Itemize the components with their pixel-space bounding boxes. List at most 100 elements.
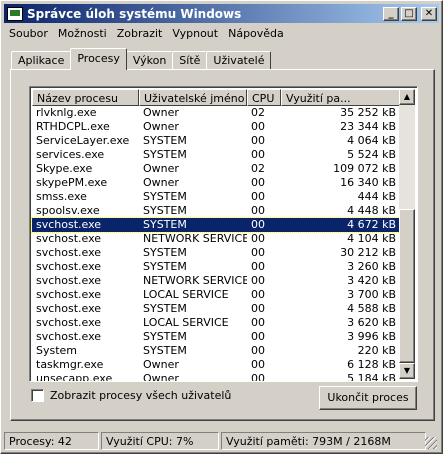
cpu-cell: 00	[251, 330, 265, 343]
memory-cell: 4 672 kB	[347, 218, 396, 231]
table-row[interactable]: Skype.exe Owner 02 109 072 kB	[32, 162, 400, 176]
memory-cell: 3 620 kB	[347, 316, 396, 329]
cpu-cell: 00	[251, 372, 265, 382]
column-user-name[interactable]: Uživatelské jméno	[139, 89, 247, 106]
table-row[interactable]: svchost.exe SYSTEM 00 4 588 kB	[32, 302, 400, 316]
task-manager-icon	[7, 6, 23, 21]
process-name-cell: svchost.exe	[36, 246, 102, 259]
show-all-users-checkbox[interactable]	[31, 389, 44, 402]
window-title: Správce úloh systému Windows	[27, 6, 242, 21]
user-name-cell: Owner	[143, 176, 179, 189]
menu-file[interactable]: Soubor	[4, 27, 53, 40]
cpu-cell: 00	[251, 176, 265, 189]
process-name-cell: svchost.exe	[36, 232, 102, 245]
cpu-cell: 00	[251, 148, 265, 161]
table-row[interactable]: RTHDCPL.exe Owner 00 23 344 kB	[32, 120, 400, 134]
column-process-name[interactable]: Název procesu	[32, 89, 139, 106]
table-row[interactable]: unsecapp.exe Owner 00 5 184 kB	[32, 372, 400, 382]
process-name-cell: svchost.exe	[36, 302, 102, 315]
table-row[interactable]: svchost.exe NETWORK SERVICE 00 4 104 kB	[32, 232, 400, 246]
cpu-cell: 00	[251, 246, 265, 259]
tab-processes[interactable]: Procesy	[70, 48, 127, 70]
table-row[interactable]: svchost.exe SYSTEM 00 4 672 kB	[31, 217, 401, 233]
menu-options[interactable]: Možnosti	[53, 27, 112, 40]
process-name-cell: svchost.exe	[36, 218, 102, 231]
user-name-cell: LOCAL SERVICE	[143, 288, 229, 301]
table-row[interactable]: spoolsv.exe SYSTEM 00 4 448 kB	[32, 204, 400, 218]
process-name-cell: skypePM.exe	[36, 176, 108, 189]
table-row[interactable]: services.exe SYSTEM 00 5 524 kB	[32, 148, 400, 162]
user-name-cell: Owner	[143, 106, 179, 119]
memory-cell: 3 420 kB	[347, 274, 396, 287]
resize-grip[interactable]	[425, 437, 437, 449]
title-bar[interactable]: Správce úloh systému Windows _ □ ✕	[4, 4, 439, 23]
table-row[interactable]: rlvknlg.exe Owner 02 35 252 kB	[32, 106, 400, 120]
process-name-cell: svchost.exe	[36, 274, 102, 287]
menu-shutdown[interactable]: Vypnout	[167, 27, 223, 40]
table-row[interactable]: ServiceLayer.exe SYSTEM 00 4 064 kB	[32, 134, 400, 148]
table-row[interactable]: smss.exe SYSTEM 00 444 kB	[32, 190, 400, 204]
cpu-cell: 00	[251, 316, 265, 329]
menu-view[interactable]: Zobrazit	[112, 27, 168, 40]
user-name-cell: Owner	[143, 162, 179, 175]
cpu-cell: 00	[251, 260, 265, 273]
table-row[interactable]: svchost.exe SYSTEM 00 3 996 kB	[32, 330, 400, 344]
user-name-cell: Owner	[143, 372, 179, 382]
user-name-cell: SYSTEM	[143, 190, 187, 203]
table-row[interactable]: taskmgr.exe Owner 00 6 128 kB	[32, 358, 400, 372]
user-name-cell: SYSTEM	[143, 344, 187, 357]
process-name-cell: System	[36, 344, 78, 357]
column-cpu[interactable]: CPU	[247, 89, 281, 106]
process-list[interactable]: Název procesu Uživatelské jméno CPU Využ…	[29, 86, 418, 382]
memory-cell: 3 996 kB	[347, 330, 396, 343]
user-name-cell: SYSTEM	[143, 330, 187, 343]
process-rows: rlvknlg.exe Owner 02 35 252 kB RTHDCPL.exe Ow…	[31, 106, 401, 382]
scroll-up-button[interactable]: ▲	[399, 89, 415, 105]
status-cpu-usage: Využití CPU: 7%	[101, 432, 219, 450]
table-row[interactable]: svchost.exe SYSTEM 00 3 260 kB	[32, 260, 400, 274]
cpu-cell: 00	[251, 120, 265, 133]
tab-performance[interactable]: Výkon	[125, 51, 174, 70]
cpu-cell: 00	[251, 274, 265, 287]
user-name-cell: NETWORK SERVICE	[143, 232, 247, 245]
process-name-cell: svchost.exe	[36, 330, 102, 343]
process-name-cell: unsecapp.exe	[36, 372, 113, 382]
cpu-cell: 00	[251, 302, 265, 315]
tab-users[interactable]: Uživatelé	[206, 51, 272, 70]
close-button[interactable]: ✕	[421, 6, 437, 21]
memory-cell: 4 064 kB	[347, 134, 396, 147]
memory-cell: 4 588 kB	[347, 302, 396, 315]
user-name-cell: SYSTEM	[143, 218, 187, 231]
cpu-cell: 00	[251, 232, 265, 245]
table-row[interactable]: svchost.exe LOCAL SERVICE 00 3 700 kB	[32, 288, 400, 302]
table-row[interactable]: svchost.exe LOCAL SERVICE 00 3 620 kB	[32, 316, 400, 330]
memory-cell: 30 212 kB	[340, 246, 396, 259]
table-row[interactable]: skypePM.exe Owner 00 16 340 kB	[32, 176, 400, 190]
process-name-cell: rlvknlg.exe	[36, 106, 97, 119]
memory-cell: 109 072 kB	[333, 162, 396, 175]
user-name-cell: SYSTEM	[143, 148, 187, 161]
scroll-down-button[interactable]: ▼	[399, 363, 415, 379]
table-row[interactable]: svchost.exe NETWORK SERVICE 00 3 420 kB	[32, 274, 400, 288]
memory-cell: 35 252 kB	[340, 106, 396, 119]
end-process-button[interactable]: Ukončit proces	[319, 386, 417, 410]
vertical-scrollbar[interactable]: ▲ ▼	[399, 89, 415, 379]
tab-applications[interactable]: Aplikace	[11, 51, 72, 70]
table-row[interactable]: System SYSTEM 00 220 kB	[32, 344, 400, 358]
menu-help[interactable]: Nápověda	[223, 27, 289, 40]
table-row[interactable]: svchost.exe SYSTEM 00 30 212 kB	[32, 246, 400, 260]
cpu-cell: 00	[251, 288, 265, 301]
memory-cell: 23 344 kB	[340, 120, 396, 133]
minimize-button[interactable]: _	[383, 6, 399, 21]
memory-cell: 4 104 kB	[347, 232, 396, 245]
show-all-users-option[interactable]: Zobrazit procesy všech uživatelů	[31, 389, 231, 402]
process-name-cell: svchost.exe	[36, 260, 102, 273]
status-bar: Procesy: 42 Využití CPU: 7% Využití pamě…	[4, 432, 439, 451]
tab-networking[interactable]: Sítě	[172, 51, 208, 70]
maximize-button[interactable]: □	[401, 6, 417, 21]
cpu-cell: 00	[251, 344, 265, 357]
process-name-cell: taskmgr.exe	[36, 358, 104, 371]
scroll-thumb[interactable]	[399, 209, 415, 363]
memory-cell: 3 260 kB	[347, 260, 396, 273]
column-memory-usage[interactable]: Využití pa...	[281, 89, 400, 106]
